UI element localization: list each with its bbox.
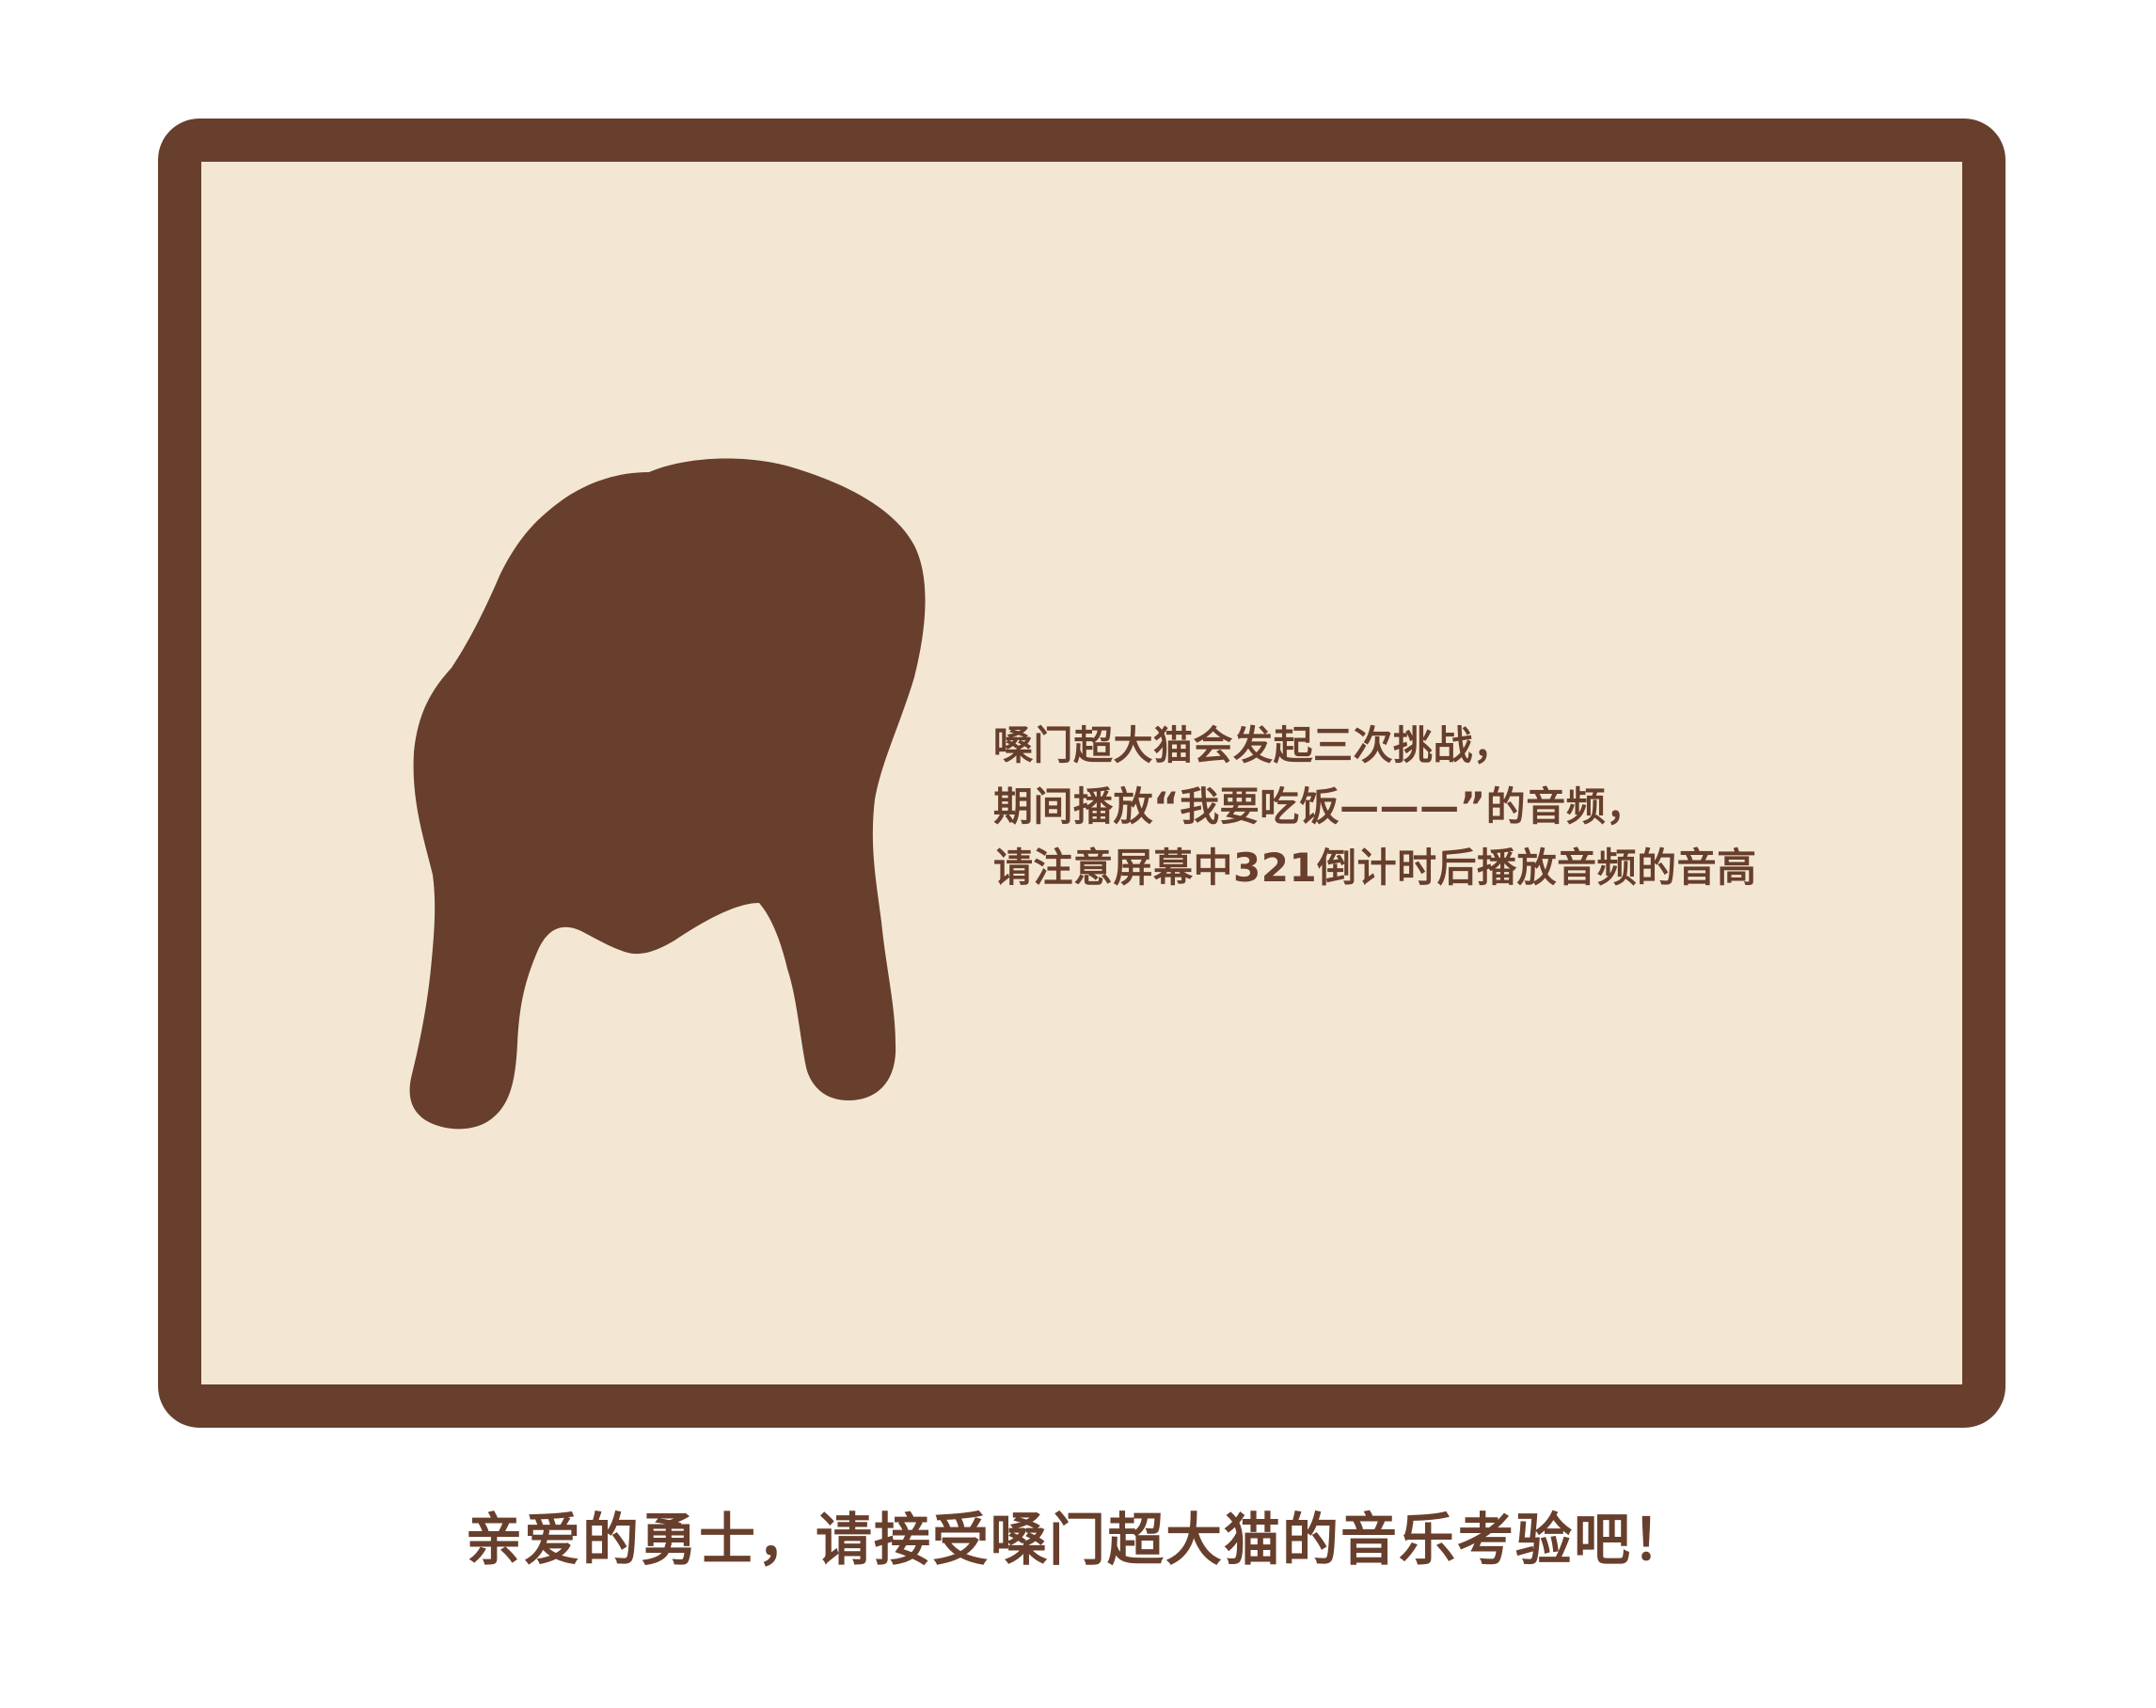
instruction-line-3: 请注意屏幕中321倒计时后播放音频的音高	[993, 845, 1757, 891]
instruction-line-2: 期间播放“我要吃饭———”的音频，	[993, 783, 1646, 830]
cat-silhouette-icon	[409, 458, 926, 1130]
bottom-caption: 亲爱的勇士，请接受嗓门超大猫的音乐考验吧！	[466, 1508, 1690, 1574]
instruction-line-1: 嗓门超大猫会发起三次挑战，	[993, 722, 1514, 768]
challenge-instructions: 嗓门超大猫会发起三次挑战， 期间播放“我要吃饭———”的音频， 请注意屏幕中32…	[993, 715, 1915, 898]
